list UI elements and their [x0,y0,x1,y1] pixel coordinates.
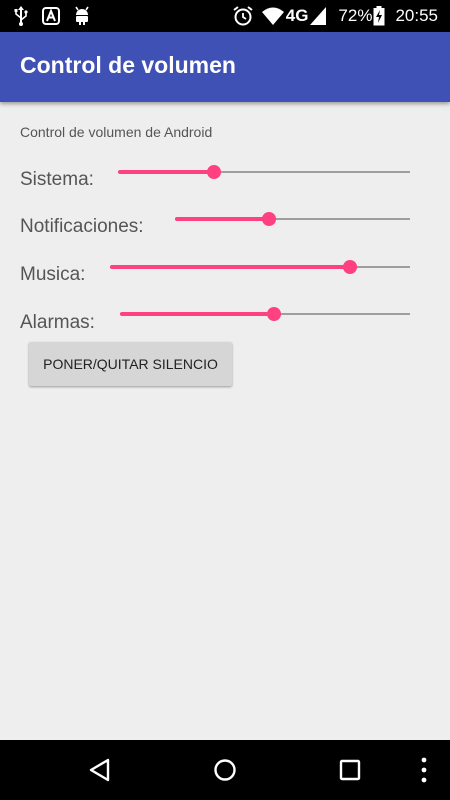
slider-fill [118,170,215,174]
navigation-bar [0,740,450,800]
alarm-icon [232,5,254,27]
slider-thumb[interactable] [207,165,222,179]
page-subtitle: Control de volumen de Android [20,124,213,140]
wifi-icon [261,7,284,25]
recents-icon[interactable] [335,755,365,785]
slider-fill [110,265,350,269]
slider-thumb[interactable] [266,307,281,321]
alarms-volume-slider[interactable] [120,304,410,324]
slider-thumb[interactable] [262,212,276,226]
overflow-menu-icon[interactable] [411,755,437,785]
app-toolbar: Control de volumen [0,32,450,102]
usb-icon [14,6,28,26]
alarms-volume-label: Alarmas: [20,312,95,333]
clock: 20:55 [395,6,438,25]
notifications-volume-label: Notificaciones: [20,216,144,237]
cell-signal-icon [310,7,327,25]
system-volume-slider[interactable] [118,162,410,182]
notifications-volume-slider[interactable] [175,209,410,229]
android-debug-icon [42,7,60,25]
network-type-label: 4G [285,6,309,25]
music-volume-label: Musica: [20,264,86,285]
system-volume-label: Sistema: [20,169,94,190]
slider-fill [175,217,269,221]
back-icon[interactable] [86,755,116,785]
music-volume-slider[interactable] [110,257,410,277]
mute-toggle-button[interactable]: PONER/QUITAR SILENCIO [29,342,232,386]
battery-percent: 72% [338,6,373,25]
app-title: Control de volumen [20,52,236,78]
bug-icon [74,6,90,26]
battery-charging-icon [373,6,385,26]
slider-fill [120,312,274,316]
status-bar: 4G 72% 20:55 [0,0,450,32]
slider-thumb[interactable] [343,260,357,274]
home-icon[interactable] [210,755,240,785]
